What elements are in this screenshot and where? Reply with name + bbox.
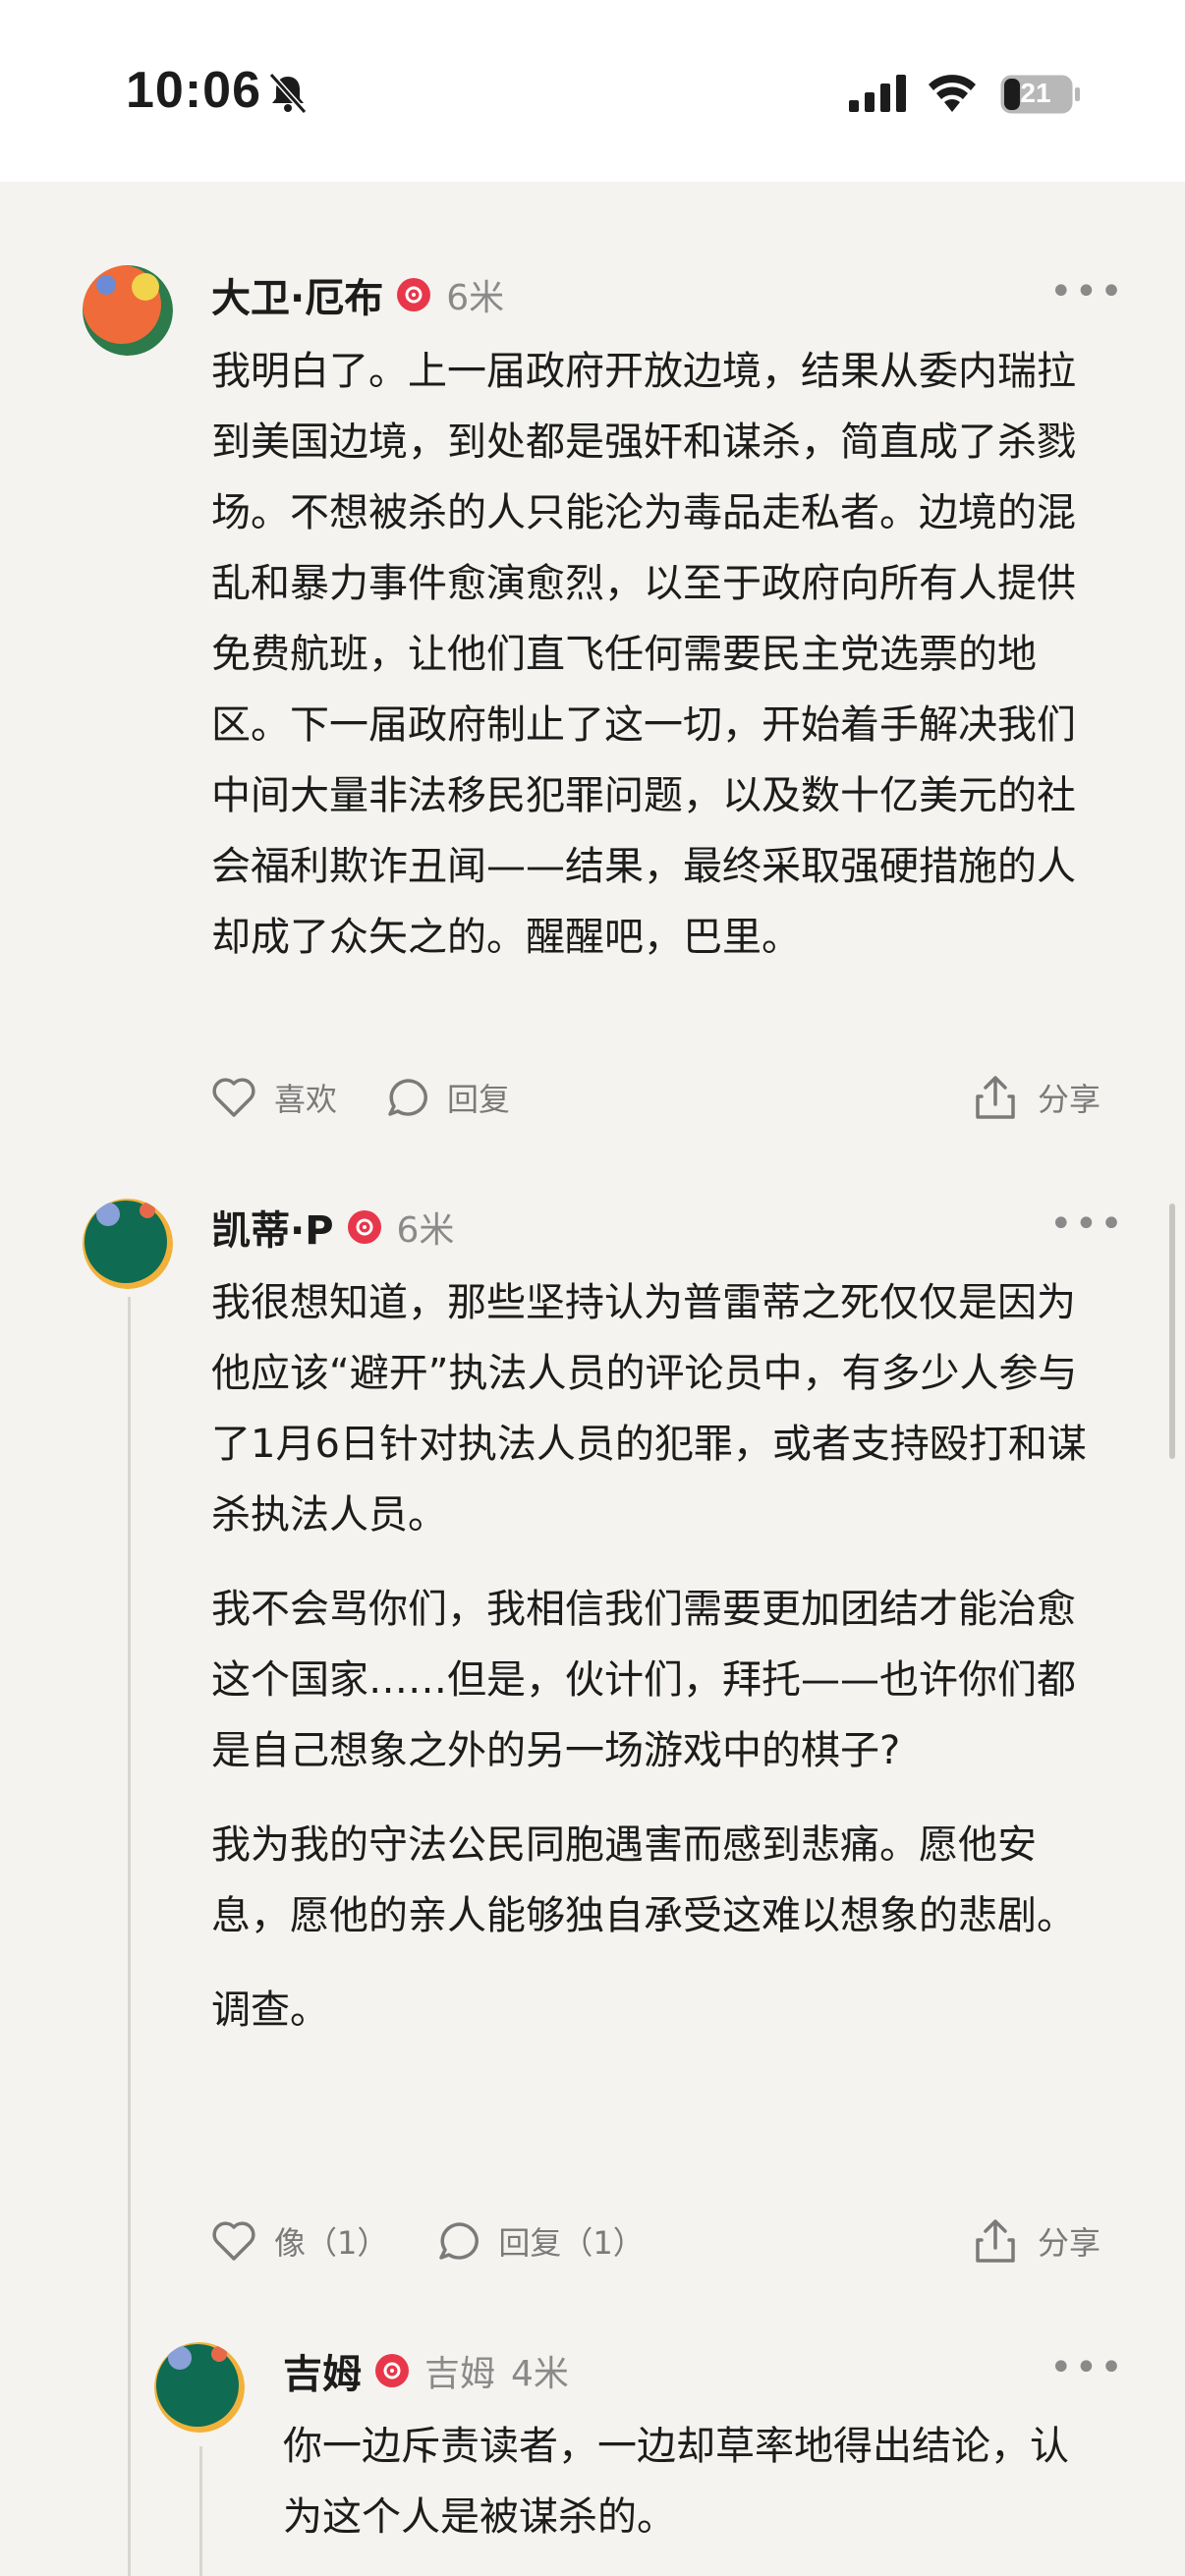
author-name[interactable]: 大卫·厄布 [211,266,383,323]
avatar[interactable] [83,265,173,356]
share-icon [976,1076,1015,1119]
comment-header: 大卫·厄布 6米 [211,265,504,324]
avatar-image [83,265,173,356]
avatar-image [83,1199,173,1289]
cellular-signal-icon [849,75,906,112]
comment-paragraph: 我不会骂你们，我相信我们需要更加团结才能治愈这个国家……但是，伙计们，拜托——也… [211,1587,1076,1773]
battery-level: 21 [1020,78,1051,108]
speech-bubble-icon [388,1079,427,1116]
share-button[interactable]: 分享 [975,1068,1100,1127]
more-options-icon[interactable]: ••• [1049,1202,1125,1247]
badge-icon [397,278,431,311]
comment-paragraph: 我为我的守法公民同胞遇害而感到悲痛。愿他安息，愿他的亲人能够独自承受这难以想象的… [211,1822,1076,1938]
reply-button[interactable]: 回复（1） [437,2218,645,2264]
comment-paragraph: 调查。 [211,1988,329,2033]
comment-actions: 喜欢 回复 [211,1068,559,1127]
wifi-icon [929,75,976,112]
like-button[interactable]: 像（1） [211,2218,388,2264]
timestamp: 6米 [396,1210,455,1251]
author-handle: 吉姆 [424,2354,496,2394]
speech-bubble-icon [439,2222,480,2260]
thread-line [128,1297,131,2576]
heart-icon [212,1078,255,1117]
comment-body: 我明白了。上一届政府开放边境，结果从委内瑞拉到美国边境，到处都是强奸和谋杀，简直… [211,336,1096,996]
thread-line [199,2446,202,2576]
avatar-image [154,2342,245,2433]
avatar[interactable] [154,2342,245,2433]
share-button[interactable]: 分享 [975,2212,1100,2270]
timestamp: 4米 [511,2354,569,2394]
comment-header: 吉姆 吉姆 4米 [283,2341,569,2400]
comment-actions: 像（1） 回复（1） [211,2212,694,2270]
reply-button[interactable]: 回复 [386,1075,510,1120]
like-button[interactable]: 喜欢 [211,1075,337,1120]
comment-paragraph: 我很想知道，那些坚持认为普雷蒂之死仅仅是因为他应该“避开”执法人员的评论员中，有… [211,1280,1087,1538]
timestamp: 6米 [446,278,505,318]
status-bar: 10:06 21 [0,0,1185,182]
badge-icon [375,2354,409,2387]
author-name[interactable]: 吉姆 [283,2342,362,2399]
comment-body: 我很想知道，那些坚持认为普雷蒂之死仅仅是因为他应该“避开”执法人员的评论员中，有… [211,1267,1096,2069]
status-time: 10:06 [126,62,261,119]
comment-paragraph: 我明白了。上一届政府开放边境，结果从委内瑞拉到美国边境，到处都是强奸和谋杀，简直… [211,349,1076,960]
bell-muted-icon [268,72,308,115]
avatar[interactable] [83,1199,173,1289]
comment-header: 凯蒂·P 6米 [211,1198,454,1257]
author-name[interactable]: 凯蒂·P [211,1199,334,1256]
scrollbar[interactable] [1169,1204,1175,1459]
heart-icon [212,2221,255,2261]
more-options-icon[interactable]: ••• [1049,269,1125,314]
comment-paragraph: 你一边斥责读者，一边却草率地得出结论，认为这个人是被谋杀的。 [283,2424,1069,2540]
badge-icon [347,1210,381,1244]
comment-body: 你一边斥责读者，一边却草率地得出结论，认为这个人是被谋杀的。 [283,2411,1069,2576]
more-options-icon[interactable]: ••• [1049,2345,1125,2390]
share-icon [976,2219,1015,2263]
